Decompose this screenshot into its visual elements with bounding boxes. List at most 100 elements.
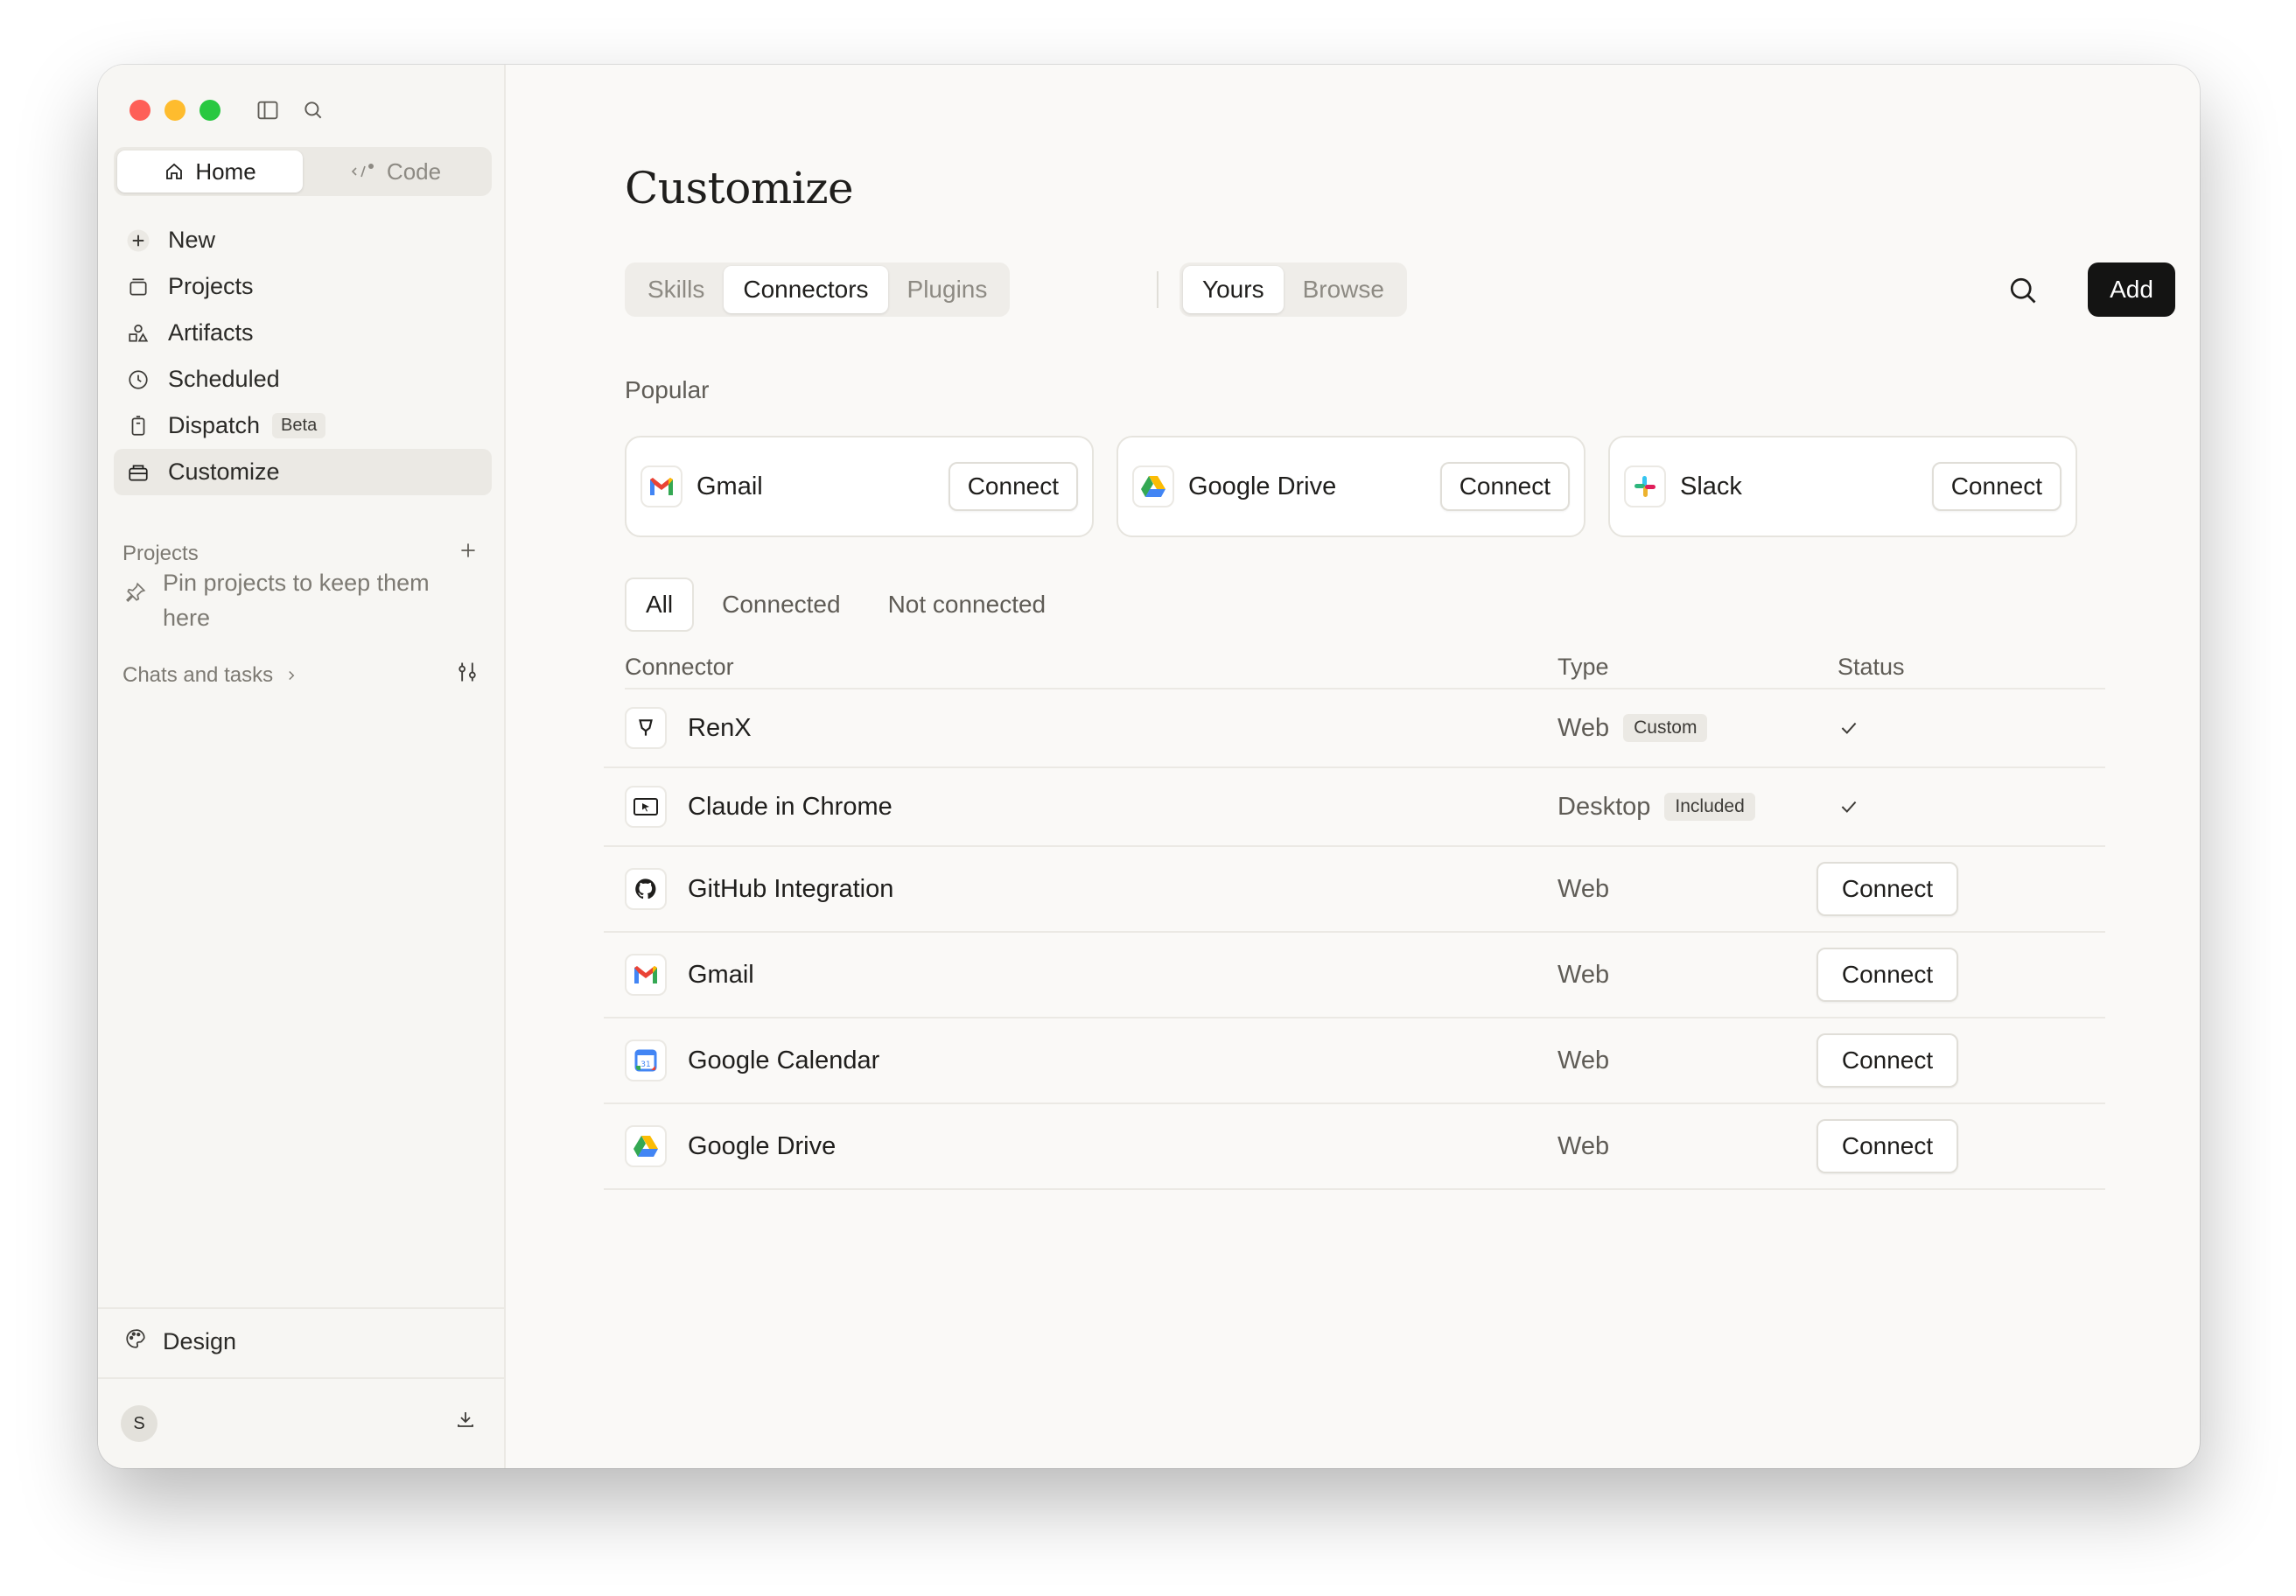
connector-name: GitHub Integration	[688, 874, 894, 903]
popular-section-label: Popular	[625, 376, 710, 403]
connect-gmail-row-button[interactable]: Connect	[1816, 948, 1958, 1002]
table-row[interactable]: RenX Web Custom	[604, 690, 2105, 768]
column-header-connector: Connector	[625, 653, 734, 680]
google-calendar-icon: 31	[625, 1040, 667, 1082]
sidebar-toggle-icon[interactable]	[254, 96, 282, 124]
connector-type: Web	[1558, 1046, 1609, 1075]
sidebar-item-artifacts[interactable]: Artifacts	[114, 310, 492, 356]
popular-card-name: Slack	[1680, 472, 1742, 500]
tab-plugins[interactable]: Plugins	[888, 266, 1007, 313]
sidebar-item-label: New	[168, 227, 216, 253]
table-row[interactable]: Google Drive Web Connect	[604, 1104, 2105, 1190]
sidebar-item-label: Dispatch	[168, 412, 261, 438]
sidebar-item-projects[interactable]: Projects	[114, 263, 492, 310]
chats-section-header: Chats and tasks	[122, 660, 480, 690]
filter-tab-all[interactable]: All	[625, 578, 695, 632]
connected-check-icon	[1838, 795, 1860, 818]
sidebar-item-label: Artifacts	[168, 319, 254, 346]
github-icon	[625, 868, 667, 910]
sidebar-item-label: Customize	[168, 458, 280, 485]
connector-type-label: Web	[1558, 1131, 1610, 1160]
filter-tab-connected[interactable]: Connected	[703, 578, 859, 632]
connector-name: Gmail	[688, 960, 754, 989]
tab-skills[interactable]: Skills	[628, 266, 724, 313]
clock-icon	[124, 366, 152, 394]
connector-name: Google Drive	[688, 1131, 836, 1160]
mode-tab-home[interactable]: Home	[117, 150, 303, 192]
popular-card-name: Google Drive	[1188, 472, 1337, 500]
table-row[interactable]: Gmail Web Connect	[604, 933, 2105, 1018]
tabs-divider	[1157, 271, 1158, 308]
sidebar-toolbar	[254, 96, 327, 124]
beta-badge: Beta	[272, 413, 326, 438]
add-button[interactable]: Add	[2088, 262, 2175, 317]
popular-card-gmail: Gmail Connect	[625, 436, 1094, 537]
connector-type-label: Web	[1558, 713, 1610, 742]
scope-tabs: Yours Browse	[1180, 262, 1407, 317]
connector-type-label: Web	[1558, 1046, 1610, 1074]
window-controls	[130, 100, 220, 121]
connector-type: Web	[1558, 875, 1609, 904]
google-drive-icon	[1132, 466, 1174, 508]
connect-google-drive-row-button[interactable]: Connect	[1816, 1119, 1958, 1173]
sidebar-item-dispatch[interactable]: Dispatch Beta	[114, 402, 492, 449]
sidebar-item-new[interactable]: New	[114, 217, 492, 263]
included-badge: Included	[1664, 793, 1755, 821]
slack-icon	[1624, 466, 1666, 508]
pin-icon	[124, 565, 147, 635]
gmail-icon	[625, 954, 667, 996]
filter-sliders-icon[interactable]	[455, 660, 480, 690]
mode-tab-code[interactable]: Code	[303, 150, 488, 192]
add-project-icon[interactable]	[457, 539, 480, 568]
connect-google-drive-button[interactable]: Connect	[1439, 462, 1570, 511]
artifacts-icon	[124, 319, 152, 347]
table-row[interactable]: GitHub Integration Web Connect	[604, 847, 2105, 933]
download-icon[interactable]	[455, 1409, 476, 1434]
minimize-window-button[interactable]	[164, 100, 186, 121]
search-icon	[2010, 277, 2036, 304]
projects-empty-text: Pin projects to keep them here	[163, 570, 430, 631]
mode-tab-label: Code	[386, 158, 442, 185]
connect-google-calendar-button[interactable]: Connect	[1816, 1033, 1958, 1088]
table-row[interactable]: 31 Google Calendar Web Connect	[604, 1018, 2105, 1104]
connect-slack-button[interactable]: Connect	[1931, 462, 2062, 511]
user-avatar[interactable]: S	[121, 1405, 158, 1442]
connector-type: Desktop Included	[1558, 793, 1755, 822]
code-icon	[351, 164, 374, 178]
connector-filter-tabs: All Connected Not connected	[625, 578, 1065, 632]
renx-icon	[625, 707, 667, 749]
sidebar-item-scheduled[interactable]: Scheduled	[114, 356, 492, 402]
table-row[interactable]: Claude in Chrome Desktop Included	[604, 768, 2105, 847]
connector-name: Claude in Chrome	[688, 792, 892, 821]
palette-icon	[124, 1327, 147, 1356]
chats-and-tasks-toggle[interactable]: Chats and tasks	[122, 663, 299, 688]
search-connectors-button[interactable]	[2002, 270, 2044, 312]
search-icon[interactable]	[299, 96, 327, 124]
popular-card-google-drive: Google Drive Connect	[1116, 436, 1586, 537]
filter-tab-not-connected[interactable]: Not connected	[869, 578, 1066, 632]
customize-icon	[124, 458, 152, 486]
connectors-table-header: Connector Type Status	[625, 646, 2105, 690]
tab-yours[interactable]: Yours	[1183, 266, 1284, 313]
popular-card-name: Gmail	[696, 472, 763, 500]
close-window-button[interactable]	[130, 100, 150, 121]
connector-type: Web	[1558, 1132, 1609, 1161]
projects-icon	[124, 273, 152, 301]
chats-header-label: Chats and tasks	[122, 662, 274, 687]
tab-connectors[interactable]: Connectors	[724, 266, 888, 313]
maximize-window-button[interactable]	[200, 100, 220, 121]
page-title: Customize	[625, 163, 854, 214]
projects-header-label: Projects	[122, 541, 199, 565]
connect-gmail-button[interactable]: Connect	[948, 462, 1078, 511]
connector-status: Connect	[1816, 862, 1958, 916]
dispatch-icon	[124, 412, 152, 440]
connector-type: Web Custom	[1558, 713, 1708, 743]
sidebar-item-design[interactable]: Design	[124, 1318, 236, 1365]
sidebar-item-customize[interactable]: Customize	[114, 449, 492, 495]
connect-github-button[interactable]: Connect	[1816, 862, 1958, 916]
google-drive-icon	[625, 1125, 667, 1167]
tab-browse[interactable]: Browse	[1284, 266, 1404, 313]
mode-tab-label: Home	[195, 158, 256, 185]
main-content: Customize Skills Connectors Plugins Your…	[506, 65, 2200, 1468]
gmail-icon	[640, 466, 682, 508]
